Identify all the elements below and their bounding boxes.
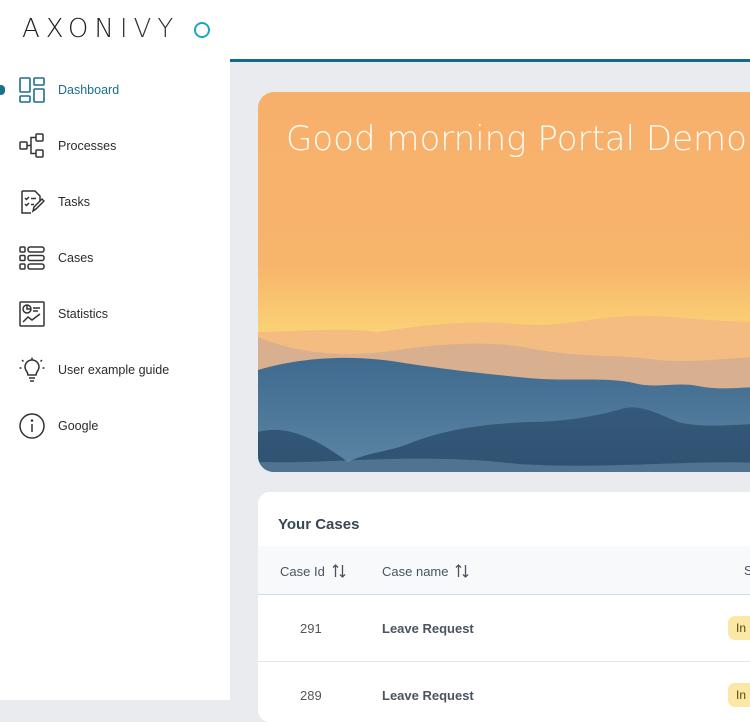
column-header-state[interactable]: S [744,563,750,578]
tasks-icon [21,190,45,214]
logo-text-bold: AXON [22,14,120,44]
sidebar-item-label: User example guide [58,363,170,377]
dashboard-icon [19,77,45,103]
sidebar-item-processes[interactable]: Processes [0,118,230,174]
case-name-cell: Leave Request [382,621,474,636]
statistics-icon [19,301,45,327]
column-header-label: S [744,563,750,578]
case-name-cell: Leave Request [382,688,474,703]
active-indicator [0,85,5,95]
column-header-label: Case Id [280,563,325,579]
sidebar-item-label: Tasks [58,195,90,209]
sidebar-item-label: Cases [58,251,94,265]
sidebar-item-label: Processes [58,139,117,153]
sidebar-item-label: Statistics [58,307,109,321]
sort-icon [456,564,469,578]
column-header-label: Case name [382,563,449,579]
info-icon [19,413,45,439]
cases-icon [19,246,45,270]
sidebar-nav: Dashboard Processes Tasks Cases Statisti… [0,62,230,454]
sidebar-item-statistics[interactable]: Statistics [0,286,230,342]
column-header-case-id[interactable]: Case Id [280,563,347,579]
top-bar [230,0,750,62]
your-cases-widget: Your Cases Case Id Case name S 291 Leave… [258,492,750,722]
table-row[interactable]: 291 Leave Request In [258,595,750,662]
sidebar-item-google[interactable]: Google [0,398,230,454]
table-row[interactable]: 289 Leave Request In [258,662,750,722]
status-badge: In [728,683,750,707]
widget-title: Your Cases [278,516,360,533]
column-header-case-name[interactable]: Case name [382,563,470,579]
logo-dot-icon [194,22,210,38]
sidebar-item-user-example-guide[interactable]: User example guide [0,342,230,398]
logo-text-light: IVY [119,14,180,44]
case-id-cell: 291 [300,621,322,636]
sidebar-item-label: Dashboard [58,83,120,97]
welcome-banner: Good morning Portal Demo U [258,92,750,472]
sort-icon [332,564,346,578]
sidebar-item-cases[interactable]: Cases [0,230,230,286]
sidebar: AXONIVY Dashboard Processes Tasks Cases … [0,0,230,700]
table-header: Case Id Case name S [258,546,750,595]
sidebar-item-tasks[interactable]: Tasks [0,174,230,230]
case-id-cell: 289 [300,688,322,703]
greeting-text: Good morning Portal Demo U [286,119,750,159]
axonivy-logo[interactable]: AXONIVY [22,14,210,44]
status-badge: In [728,616,750,640]
sidebar-item-label: Google [58,419,99,433]
processes-icon [19,133,44,158]
sidebar-item-dashboard[interactable]: Dashboard [0,62,230,118]
lightbulb-icon [19,357,45,382]
